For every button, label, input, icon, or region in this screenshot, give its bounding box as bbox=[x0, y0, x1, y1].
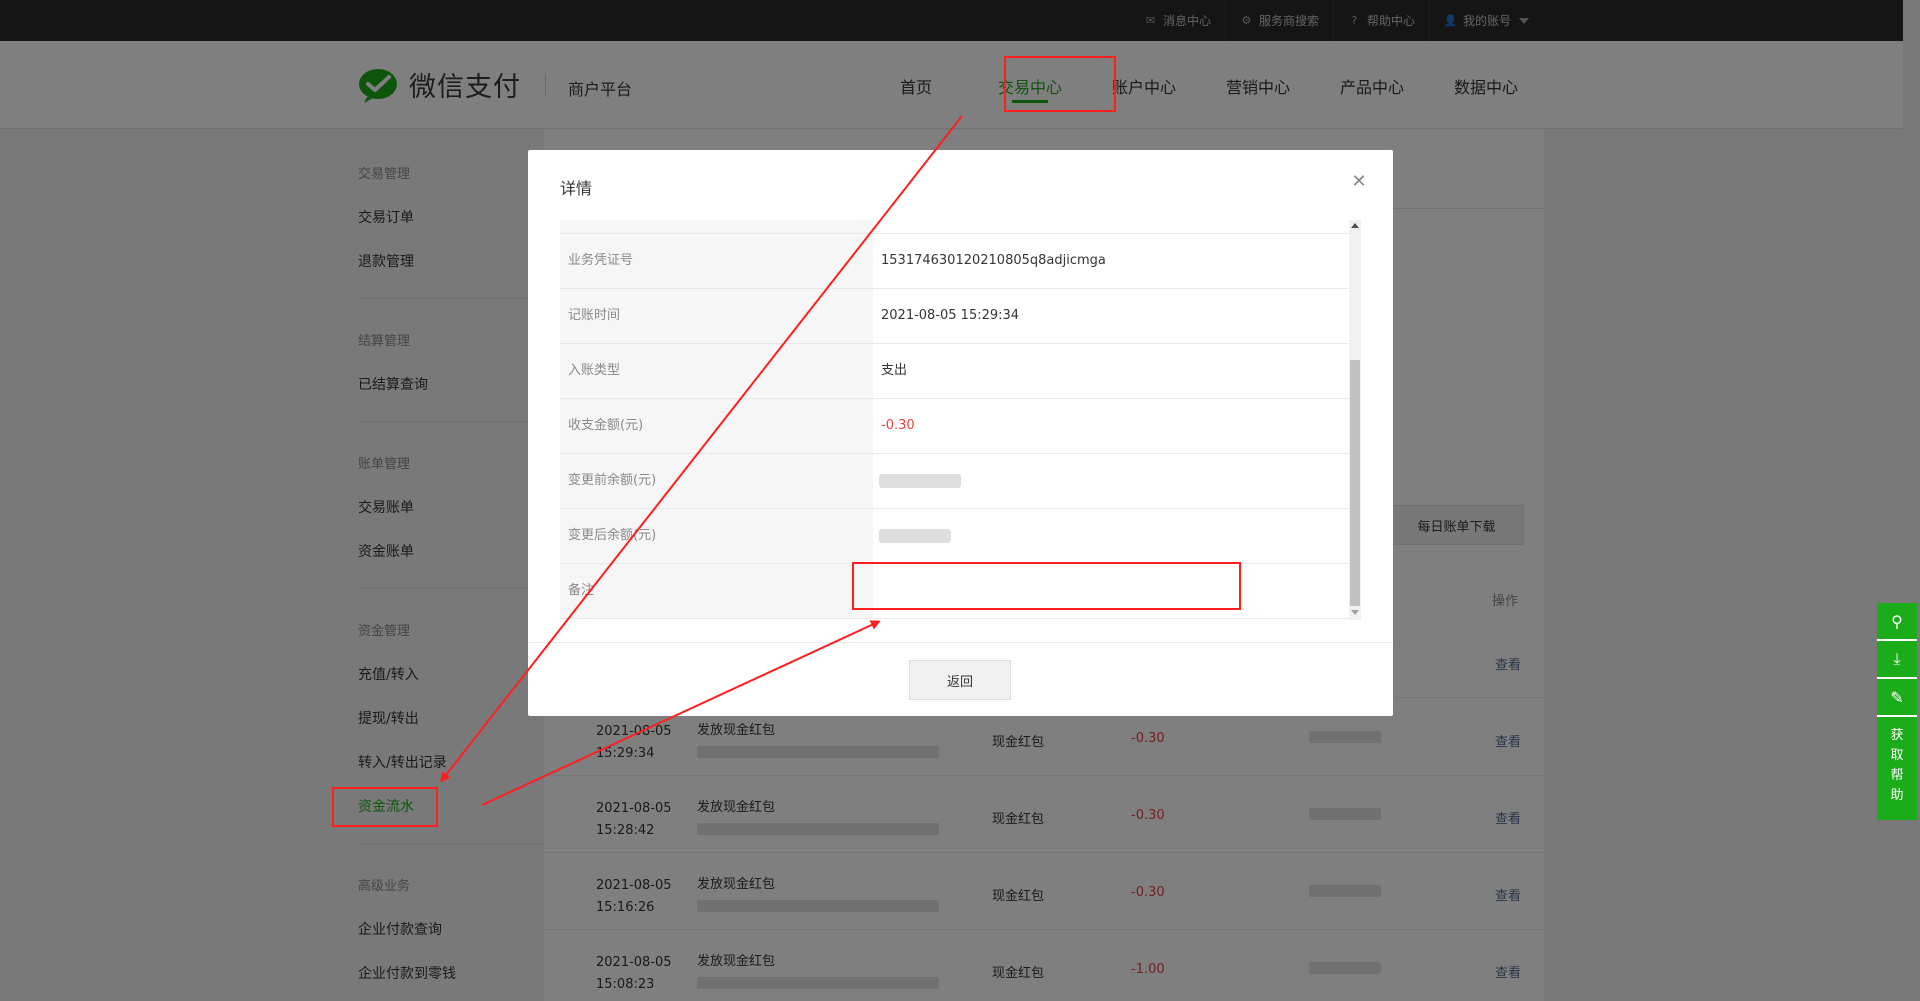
back-button[interactable]: 返回 bbox=[909, 660, 1011, 700]
help-char: 取 bbox=[1890, 748, 1904, 763]
detail-row: 入账类型 支出 bbox=[560, 344, 1349, 399]
detail-key: 变更后余额(元) bbox=[560, 509, 873, 563]
detail-key: 备注 bbox=[560, 564, 873, 618]
download-icon[interactable]: ⤓ bbox=[1877, 641, 1917, 679]
detail-modal: 详情 ✕ 业务凭证号 15317463012021080​5q8adjicmga… bbox=[528, 150, 1393, 716]
floating-toolbar: ⚲ ⤓ ✎ 获 取 帮 助 bbox=[1877, 603, 1917, 820]
highlight-box-nav bbox=[1004, 56, 1116, 112]
detail-key: 记账时间 bbox=[560, 289, 873, 343]
detail-value: -0.30 bbox=[881, 418, 915, 433]
blurred-value bbox=[879, 474, 961, 488]
detail-key: 业务凭证号 bbox=[560, 234, 873, 288]
detail-row: 变更前余额(元) bbox=[560, 454, 1349, 509]
close-icon[interactable]: ✕ bbox=[1349, 172, 1369, 192]
blurred-value bbox=[879, 529, 951, 543]
highlight-box-remark bbox=[852, 562, 1241, 610]
detail-row-partial bbox=[560, 220, 1349, 234]
detail-table: 业务凭证号 15317463012021080​5q8adjicmga 记账时间… bbox=[560, 220, 1361, 620]
link-icon[interactable]: ⚲ bbox=[1877, 603, 1917, 641]
help-char: 获 bbox=[1890, 728, 1904, 743]
detail-row: 业务凭证号 15317463012021080​5q8adjicmga bbox=[560, 234, 1349, 289]
detail-row: 记账时间 2021-08-05 15:29:34 bbox=[560, 289, 1349, 344]
get-help-button[interactable]: 获 取 帮 助 bbox=[1877, 717, 1917, 820]
help-char: 助 bbox=[1890, 788, 1904, 803]
detail-key: 入账类型 bbox=[560, 344, 873, 398]
scroll-down-icon[interactable] bbox=[1351, 610, 1359, 615]
edit-icon[interactable]: ✎ bbox=[1877, 679, 1917, 717]
detail-value: 2021-08-05 15:29:34 bbox=[881, 308, 1020, 323]
modal-footer-divider bbox=[528, 642, 1393, 643]
help-char: 帮 bbox=[1890, 768, 1904, 783]
detail-value: 15317463012021080​5q8adjicmga bbox=[881, 253, 1106, 268]
detail-key: 收支金额(元) bbox=[560, 399, 873, 453]
detail-row: 收支金额(元) -0.30 bbox=[560, 399, 1349, 454]
detail-value: 支出 bbox=[881, 363, 908, 378]
scrollbar-thumb[interactable] bbox=[1350, 360, 1360, 606]
detail-key bbox=[560, 220, 873, 233]
detail-row: 变更后余额(元) bbox=[560, 509, 1349, 564]
modal-title: 详情 bbox=[560, 179, 593, 198]
scrollbar[interactable] bbox=[1349, 220, 1361, 620]
scroll-up-icon[interactable] bbox=[1351, 223, 1359, 228]
detail-key: 变更前余额(元) bbox=[560, 454, 873, 508]
highlight-box-sidebar bbox=[332, 787, 438, 827]
